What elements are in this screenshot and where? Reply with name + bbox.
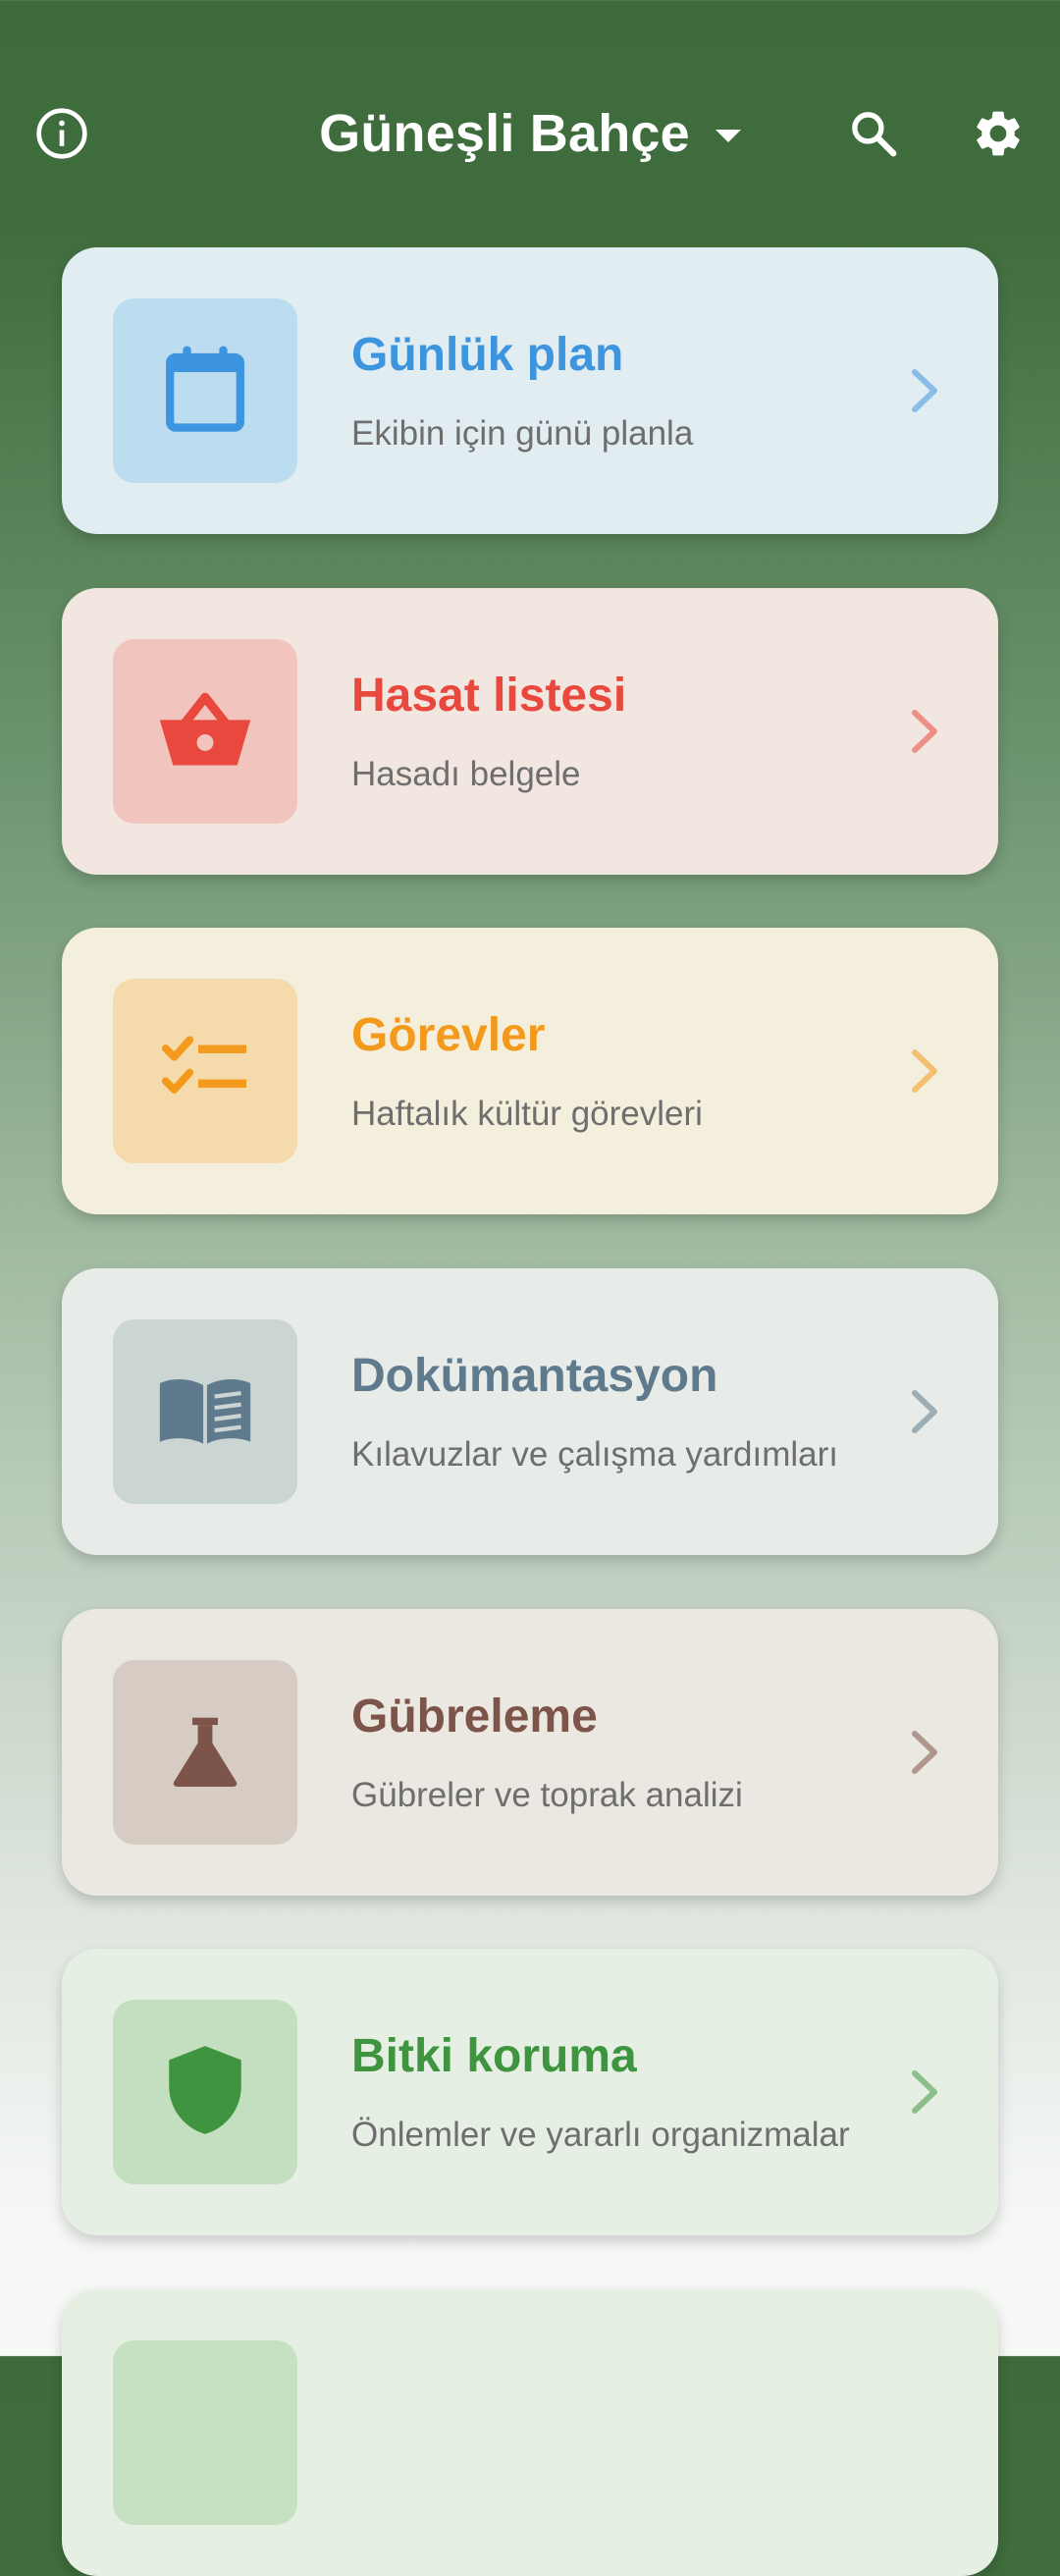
flask-icon [169,1713,241,1793]
gear-icon[interactable] [957,92,1039,175]
card-title: Hasat listesi [351,670,627,722]
card-subtitle: Hasadı belgele [351,755,581,793]
card-subtitle: Haftalık kültür görevleri [351,1095,703,1133]
chevron-right-icon [896,702,955,761]
caret-down-icon [715,129,741,142]
card-partial[interactable] [62,2289,998,2576]
page-title: Güneşli Bahçe [319,104,690,163]
card-fertilization[interactable]: Gübreleme Gübreler ve toprak analizi [62,1609,998,1896]
card-harvest-list[interactable]: Hasat listesi Hasadı belgele [62,588,998,875]
app-bar: Güneşli Bahçe [0,0,1060,236]
card-subtitle: Ekibin için günü planla [351,414,694,453]
card-icon-tile [113,1319,297,1504]
card-title: Gübreleme [351,1690,598,1743]
card-icon-tile [113,639,297,824]
card-tasks[interactable]: Görevler Haftalık kültür görevleri [62,928,998,1214]
card-title: Dokümantasyon [351,1350,718,1402]
shield-icon [165,2042,245,2143]
card-icon-tile [113,2000,297,2184]
card-title: Günlük plan [351,329,624,381]
checklist-icon [160,1035,250,1108]
card-subtitle: Önlemler ve yararlı organizmalar [351,2116,850,2154]
card-icon-tile [113,979,297,1163]
card-title: Bitki koruma [351,2030,637,2082]
card-subtitle: Gübreler ve toprak analizi [351,1776,743,1814]
chevron-right-icon [896,1042,955,1100]
chevron-right-icon [896,1723,955,1782]
calendar-icon [160,341,250,442]
card-icon-tile [113,298,297,483]
card-title: Görevler [351,1009,546,1061]
search-icon[interactable] [832,92,915,175]
card-daily-plan[interactable]: Günlük plan Ekibin için günü planla [62,247,998,534]
card-plant-protection[interactable]: Bitki koruma Önlemler ve yararlı organiz… [62,1949,998,2235]
chevron-right-icon [896,1382,955,1441]
card-icon-tile [113,2340,297,2525]
chevron-right-icon [896,2063,955,2121]
card-documentation[interactable]: Dokümantasyon Kılavuzlar ve çalışma yard… [62,1268,998,1555]
card-subtitle: Kılavuzlar ve çalışma yardımları [351,1435,838,1474]
card-icon-tile [113,1660,297,1845]
book-icon [156,1371,254,1453]
chevron-right-icon [896,361,955,420]
basket-icon [156,685,254,778]
